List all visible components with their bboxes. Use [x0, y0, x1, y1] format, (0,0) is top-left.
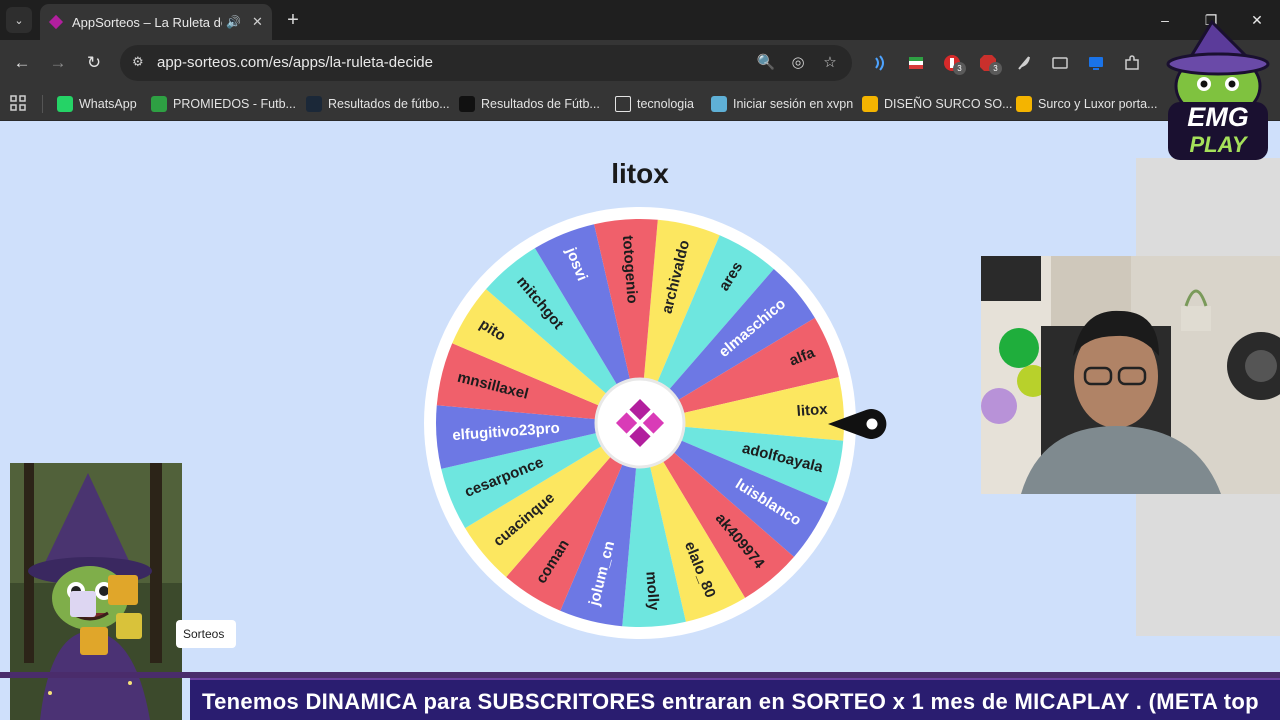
- browser-toolbar: ← → ↻ ⚙ app-sorteos.com/es/apps/la-rulet…: [0, 40, 1280, 86]
- bookmark-star-icon[interactable]: ☆: [820, 53, 840, 71]
- bookmark-label: tecnologia: [637, 97, 694, 111]
- cast-icon[interactable]: [1051, 54, 1069, 72]
- puzzle-icon[interactable]: [1123, 54, 1141, 72]
- wheel-pointer: [828, 409, 887, 439]
- wizard-mascot-image: [10, 463, 182, 720]
- wheel-peg: [528, 239, 535, 246]
- wheel-peg: [427, 401, 434, 408]
- sorteos-label: Sorteos: [176, 620, 236, 648]
- bookmarks-bar: WhatsApp PROMIEDOS - Futb... Resultados de…: [0, 86, 1280, 121]
- active-tab[interactable]: AppSorteos – La Ruleta de l 🔊 ✕: [40, 4, 272, 40]
- wheel-label: litox: [796, 401, 829, 420]
- chevron-down-icon: ⌄: [14, 14, 24, 27]
- new-tab-button[interactable]: +: [282, 8, 304, 32]
- wheel-peg: [817, 311, 824, 318]
- wheel-peg: [830, 502, 837, 509]
- bookmark-item[interactable]: tecnologia: [615, 93, 694, 115]
- wheel-peg: [499, 578, 506, 585]
- xvpn-icon: [711, 96, 727, 112]
- bookmark-separator: [42, 95, 43, 113]
- wheel-peg: [554, 613, 561, 620]
- promiedos-icon: [151, 96, 167, 112]
- bookmark-item[interactable]: PROMIEDOS - Futb...: [151, 93, 296, 115]
- wheel-peg: [618, 629, 625, 636]
- url-text[interactable]: app-sorteos.com/es/apps/la-ruleta-decide: [157, 54, 433, 71]
- winner-name: litox: [611, 158, 669, 189]
- bookmark-item[interactable]: DISEÑO SURCO SO...: [862, 93, 1013, 115]
- wifi-icon[interactable]: [871, 54, 889, 72]
- wheel-peg: [432, 467, 439, 474]
- wheel-peg: [589, 215, 596, 222]
- bookmark-label: WhatsApp: [79, 97, 137, 111]
- tab-title: AppSorteos – La Ruleta de l: [72, 14, 222, 30]
- extension-badge: 3: [953, 62, 966, 75]
- close-tab-icon[interactable]: ✕: [252, 14, 263, 30]
- logo-text-emg: EMG: [1187, 102, 1249, 132]
- bookmark-item[interactable]: WhatsApp: [57, 93, 137, 115]
- back-button[interactable]: ←: [10, 51, 34, 75]
- wheel-peg: [443, 337, 450, 344]
- tab-strip: ⌄ AppSorteos – La Ruleta de l 🔊 ✕ + – ❐ …: [0, 0, 1280, 40]
- webcam-feed: [981, 256, 1280, 494]
- wheel-peg: [456, 528, 463, 535]
- whatsapp-icon: [57, 96, 73, 112]
- wheel-label: molly: [642, 571, 662, 612]
- wheel-peg: [478, 282, 485, 289]
- wheel-peg: [684, 624, 691, 631]
- forward-button[interactable]: →: [46, 51, 70, 75]
- bookmark-item[interactable]: Resultados de fútbo...: [306, 93, 450, 115]
- appsorteos-favicon-icon: [48, 14, 64, 30]
- bookmark-item[interactable]: Resultados de Fútb...: [459, 93, 600, 115]
- bookmark-label: PROMIEDOS - Futb...: [173, 97, 296, 111]
- results-2-icon: [459, 96, 475, 112]
- screen-icon[interactable]: [1087, 54, 1105, 72]
- eye-off-icon[interactable]: ◎: [788, 53, 808, 71]
- tab-search-button[interactable]: ⌄: [6, 7, 32, 33]
- reload-button[interactable]: ↻: [82, 51, 106, 75]
- bookmark-label: Resultados de Fútb...: [481, 97, 600, 111]
- news-ticker: Tenemos DINAMICA para SUBSCRITORES entra…: [190, 678, 1280, 720]
- wheel-peg: [795, 557, 802, 564]
- results-icon: [306, 96, 322, 112]
- bookmark-label: Surco y Luxor porta...: [1038, 97, 1158, 111]
- wheel-peg: [655, 210, 662, 217]
- wheel-peg: [841, 372, 848, 379]
- wheel-peg: [774, 261, 781, 268]
- feather-icon[interactable]: [1015, 54, 1033, 72]
- extension-badge: 3: [989, 62, 1002, 75]
- prize-wheel[interactable]: archivaldo areselmaschicoalfalitoxadolfoa…: [422, 205, 858, 641]
- folder-icon: [615, 96, 631, 112]
- bookmark-item[interactable]: Surco y Luxor porta...: [1016, 93, 1158, 115]
- site-info-icon[interactable]: ⚙: [132, 54, 144, 70]
- bookmark-item[interactable]: Iniciar sesión en xvpn: [711, 93, 853, 115]
- logo-text-play: PLAY: [1189, 132, 1247, 157]
- address-bar[interactable]: ⚙ app-sorteos.com/es/apps/la-ruleta-deci…: [120, 45, 852, 81]
- bookmark-label: DISEÑO SURCO SO...: [884, 97, 1013, 111]
- slides-2-icon: [1016, 96, 1032, 112]
- wheel-peg: [719, 226, 726, 233]
- apps-grid-icon[interactable]: [10, 95, 26, 111]
- speaker-icon[interactable]: 🔊: [226, 15, 242, 29]
- ticker-text: Tenemos DINAMICA para SUBSCRITORES entra…: [202, 689, 1259, 714]
- bookmark-label: Resultados de fútbo...: [328, 97, 450, 111]
- extension-flag-icon[interactable]: [907, 54, 925, 72]
- bookmark-label: Iniciar sesión en xvpn: [733, 97, 854, 111]
- wheel-peg: [745, 600, 752, 607]
- zoom-icon[interactable]: 🔍: [756, 53, 776, 71]
- slides-icon: [862, 96, 878, 112]
